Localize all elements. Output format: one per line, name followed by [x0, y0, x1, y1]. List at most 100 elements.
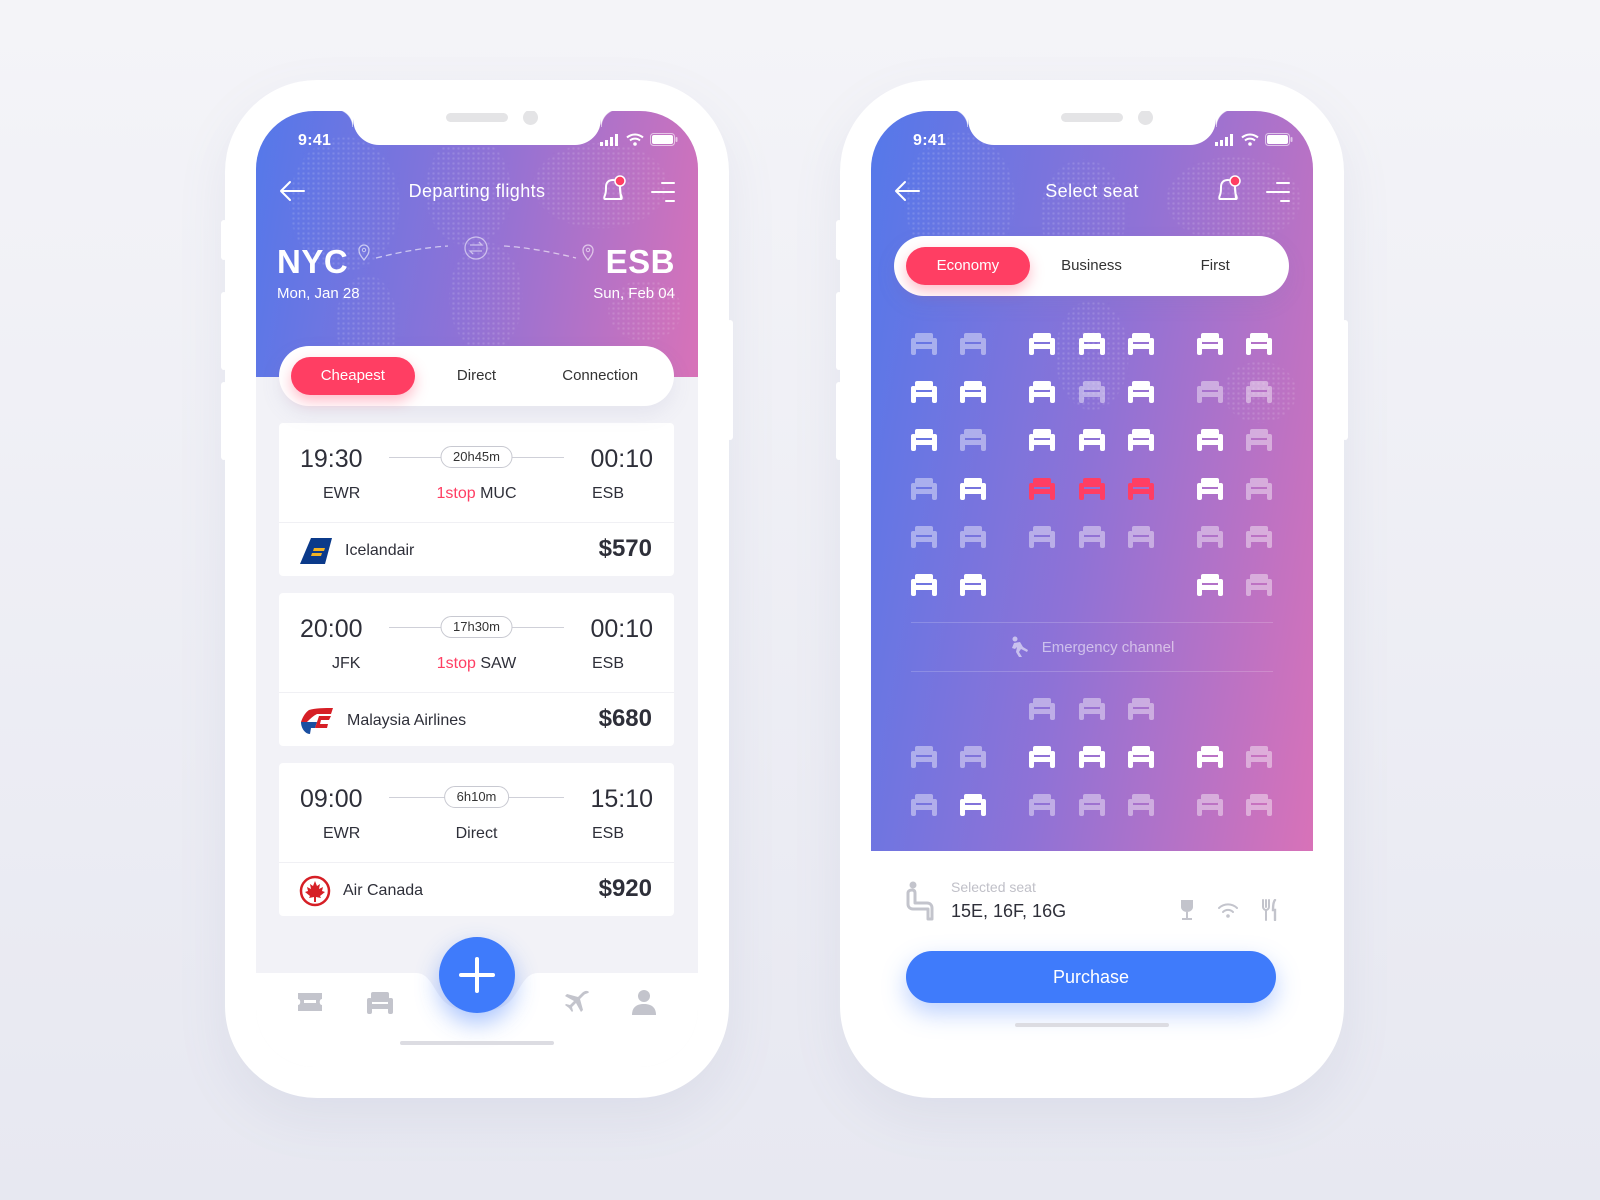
seat-available[interactable] — [1079, 332, 1105, 356]
screen: 9:41 Select seat Economy Business First … — [871, 111, 1313, 1067]
seat-icon — [1246, 333, 1272, 355]
seat-taken — [960, 332, 986, 356]
plane-icon[interactable] — [563, 989, 591, 1015]
seat-icon — [1029, 381, 1055, 403]
seat-icon — [1079, 333, 1105, 355]
seat-taken — [1246, 793, 1272, 817]
ticket-icon[interactable] — [296, 989, 324, 1015]
flight-card[interactable]: 09:00 6h10m 15:10 EWR Direct ESB Air Can… — [279, 763, 674, 916]
via-airport: SAW — [480, 655, 517, 672]
flight-card[interactable]: 20:00 17h30m 00:10 JFK 1stop SAW ESB Mal… — [279, 593, 674, 746]
seat-icon[interactable] — [366, 989, 394, 1015]
seat-available[interactable] — [1128, 428, 1154, 452]
seat-selected[interactable] — [1128, 477, 1154, 501]
seat-available[interactable] — [1197, 573, 1223, 597]
seat-taken — [1079, 380, 1105, 404]
flight-card[interactable]: 19:30 20h45m 00:10 EWR 1stop MUC ESB Ice… — [279, 423, 674, 576]
volume-up-button — [836, 292, 842, 370]
seat-icon — [1246, 574, 1272, 596]
tab-cheapest[interactable]: Cheapest — [291, 357, 415, 395]
seat-icon — [1197, 794, 1223, 816]
bell-icon[interactable] — [600, 175, 628, 205]
seat-available[interactable] — [1029, 332, 1055, 356]
seat-available[interactable] — [1197, 745, 1223, 769]
seat-taken — [1246, 745, 1272, 769]
seat-available[interactable] — [1128, 380, 1154, 404]
profile-icon[interactable] — [630, 989, 658, 1015]
seat-available[interactable] — [960, 380, 986, 404]
seat-icon — [960, 574, 986, 596]
seat-available[interactable] — [1197, 477, 1223, 501]
seat-icon — [1246, 381, 1272, 403]
airline-name: Icelandair — [345, 542, 415, 559]
seat-available[interactable] — [1128, 332, 1154, 356]
seat-available[interactable] — [1079, 428, 1105, 452]
seat-available[interactable] — [960, 573, 986, 597]
seat-available[interactable] — [1128, 745, 1154, 769]
seat-available[interactable] — [1029, 428, 1055, 452]
seat-available[interactable] — [1029, 745, 1055, 769]
seat-taken — [1029, 525, 1055, 549]
pin-icon — [358, 244, 370, 262]
seat-available[interactable] — [960, 793, 986, 817]
seat-taken — [1079, 697, 1105, 721]
seat-icon — [1079, 746, 1105, 768]
battery-icon — [650, 133, 678, 146]
seat-taken — [1029, 793, 1055, 817]
seat-icon — [1197, 478, 1223, 500]
seat-selected[interactable] — [1079, 477, 1105, 501]
divider — [279, 862, 674, 863]
stops-count: 1stop — [436, 655, 476, 672]
seat-available[interactable] — [911, 380, 937, 404]
seat-icon — [1128, 333, 1154, 355]
airline: Icelandair — [299, 534, 414, 568]
divider — [911, 622, 1273, 623]
tab-direct[interactable]: Direct — [415, 357, 539, 395]
seat-taken — [1079, 525, 1105, 549]
seat-taken — [1128, 793, 1154, 817]
seat-taken — [1246, 573, 1272, 597]
seat-selected[interactable] — [1029, 477, 1055, 501]
menu-icon[interactable] — [650, 181, 676, 203]
seat-available[interactable] — [960, 477, 986, 501]
seat-icon — [911, 526, 937, 548]
tab-connection[interactable]: Connection — [538, 357, 662, 395]
swap-icon[interactable] — [464, 236, 488, 260]
tab-economy[interactable]: Economy — [906, 247, 1030, 285]
route-path — [358, 236, 594, 262]
sort-tabs: Cheapest Direct Connection — [279, 346, 674, 406]
seat-icon — [911, 794, 937, 816]
power-button — [1342, 320, 1348, 440]
seat-icon — [1246, 526, 1272, 548]
seat-icon — [960, 381, 986, 403]
seat-available[interactable] — [1246, 332, 1272, 356]
seat-available[interactable] — [911, 428, 937, 452]
seat-taken — [1197, 793, 1223, 817]
stops-count: 1stop — [436, 485, 476, 502]
seat-taken — [1197, 525, 1223, 549]
flight-price: $680 — [598, 705, 652, 732]
tab-business[interactable]: Business — [1030, 247, 1154, 285]
seat-available[interactable] — [1029, 380, 1055, 404]
flight-price: $920 — [598, 875, 652, 902]
seat-icon — [1029, 746, 1055, 768]
seat-taken — [911, 793, 937, 817]
seat-icon — [1128, 794, 1154, 816]
add-button[interactable] — [439, 937, 515, 1013]
seat-available[interactable] — [1079, 745, 1105, 769]
seat-available[interactable] — [911, 573, 937, 597]
seat-icon — [1246, 746, 1272, 768]
tab-first[interactable]: First — [1153, 247, 1277, 285]
seat-taken — [911, 745, 937, 769]
wifi-icon — [626, 133, 644, 146]
flight-price: $570 — [598, 535, 652, 562]
seat-available[interactable] — [1197, 428, 1223, 452]
arrive-time: 15:10 — [590, 785, 653, 813]
seat-icon — [1128, 746, 1154, 768]
seat-taken — [1029, 697, 1055, 721]
seat-icon — [1079, 478, 1105, 500]
origin-date: Mon, Jan 28 — [277, 285, 360, 302]
seat-icon — [1029, 478, 1055, 500]
seat-icon — [911, 574, 937, 596]
seat-available[interactable] — [1197, 332, 1223, 356]
